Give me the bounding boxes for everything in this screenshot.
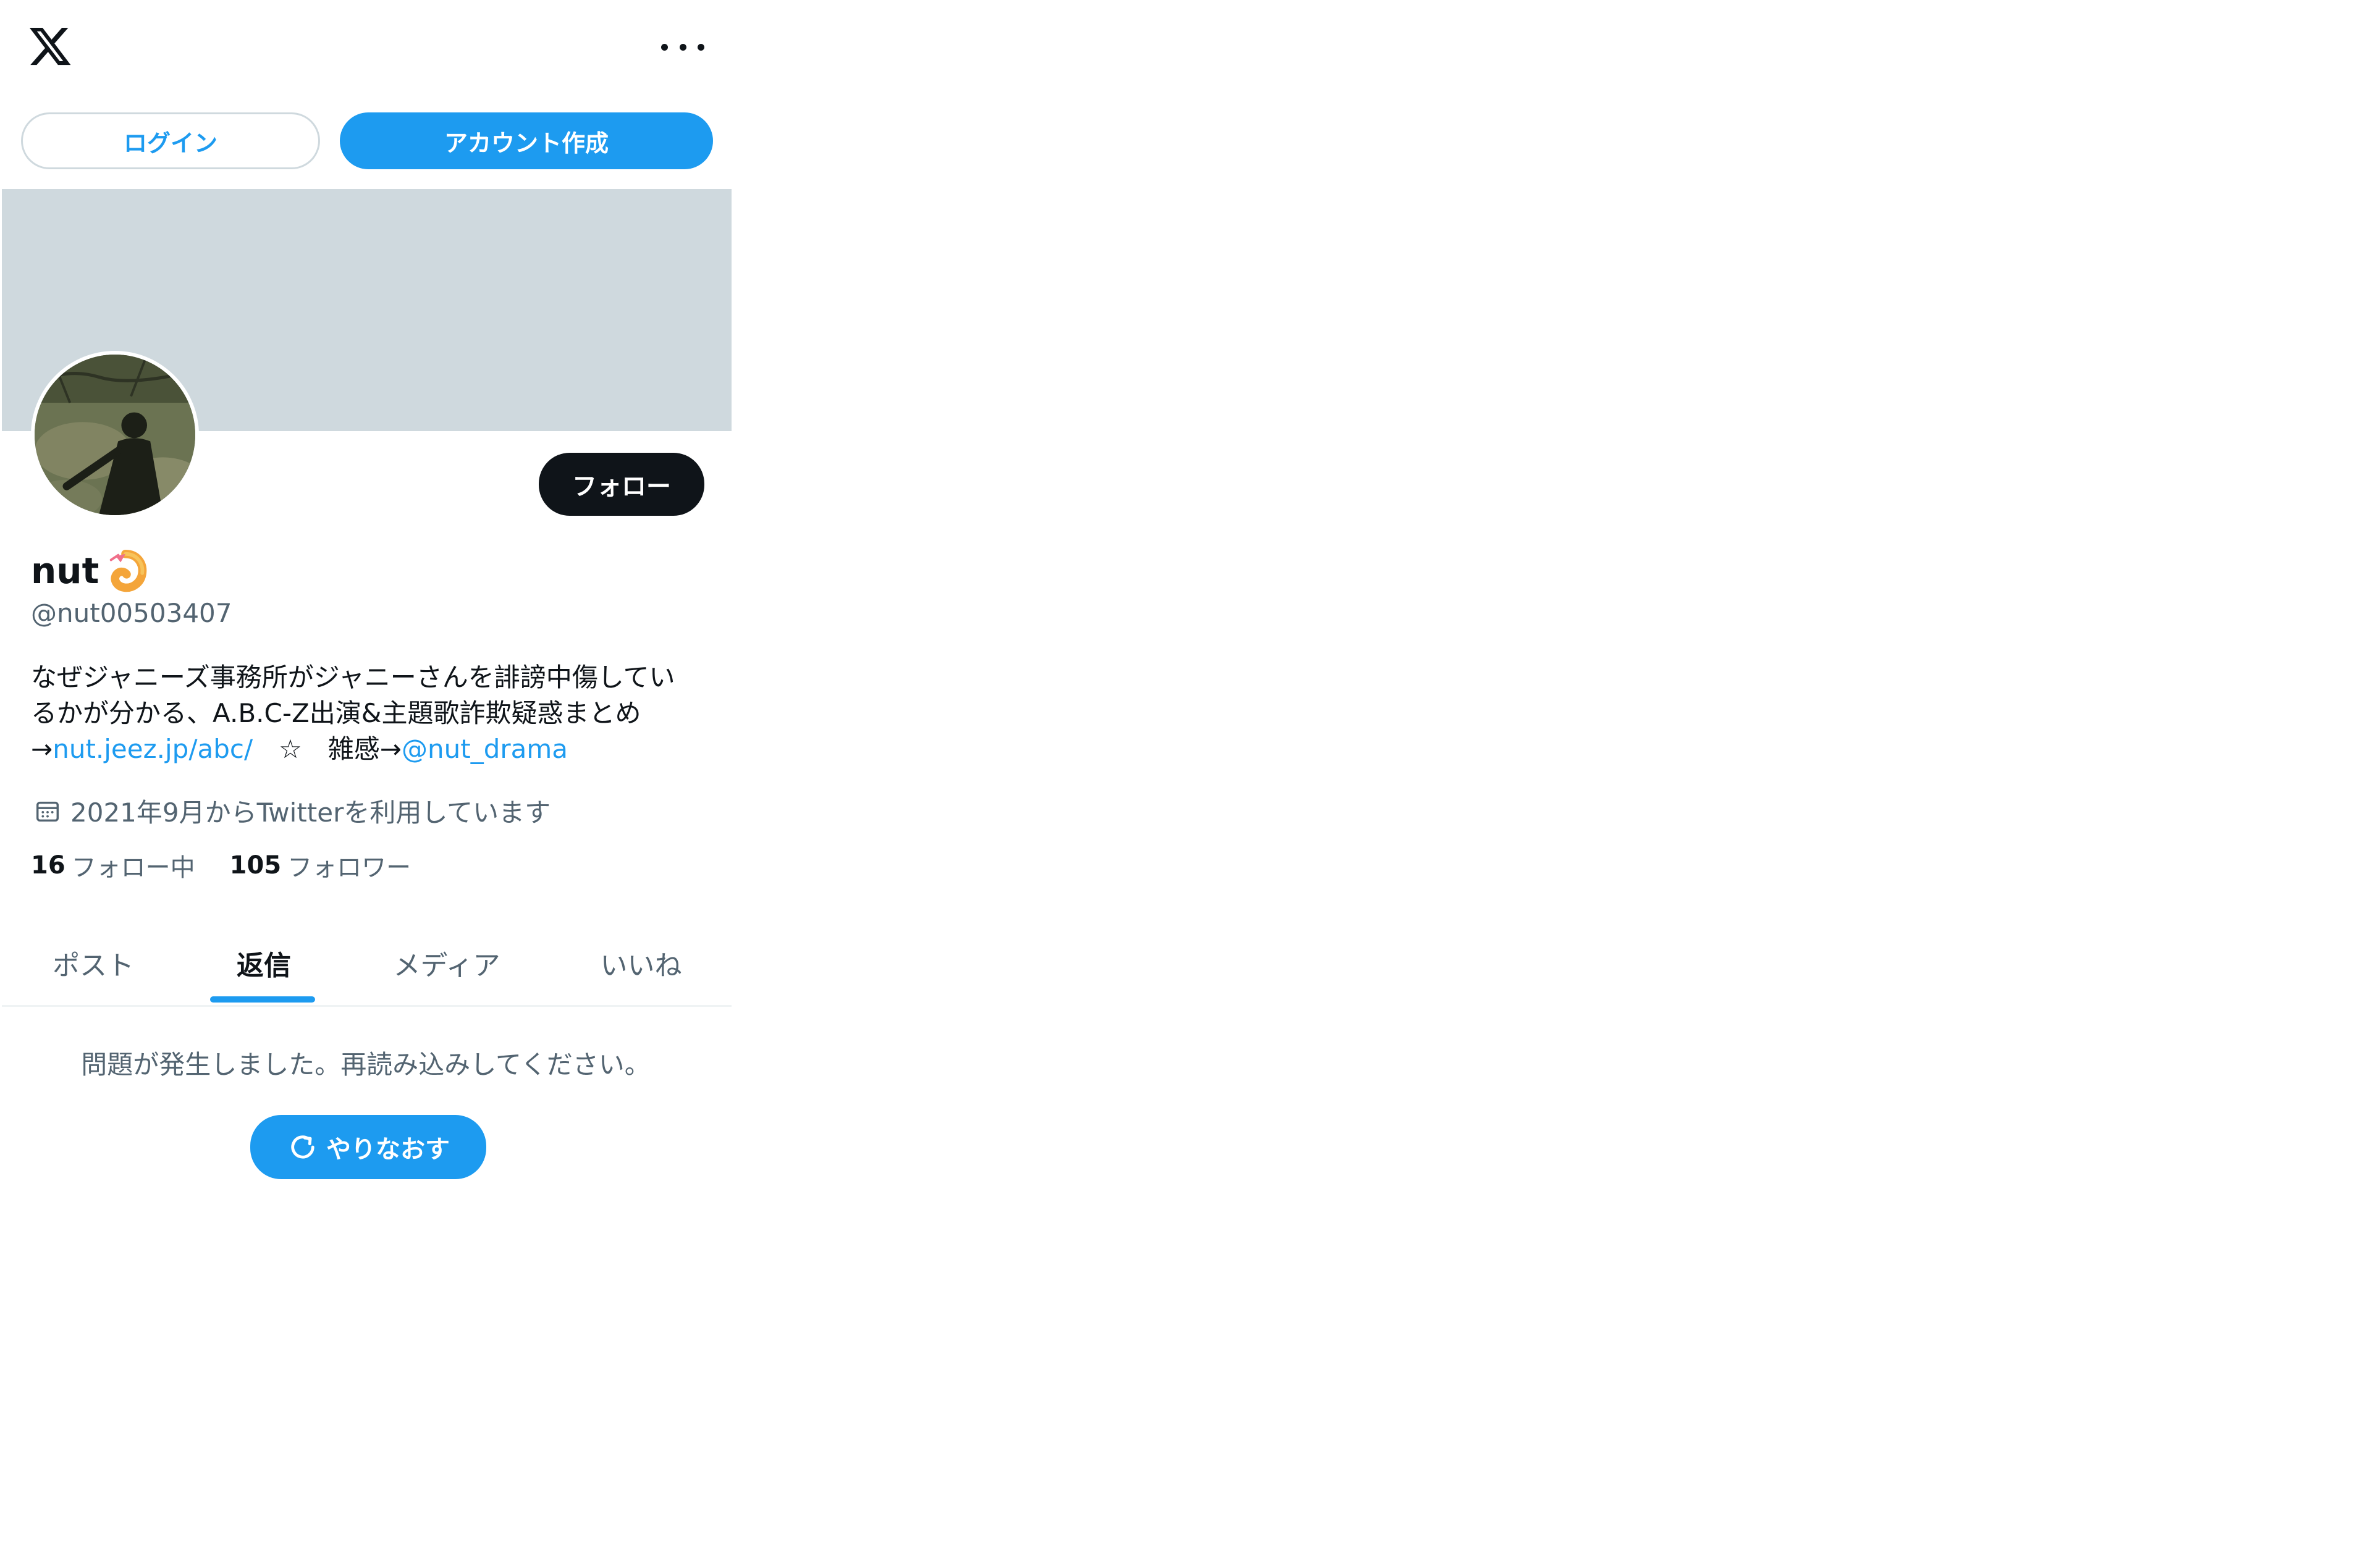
followers-link[interactable]: 105 フォロワー <box>230 847 411 883</box>
more-options-icon[interactable] <box>661 35 704 59</box>
retry-button[interactable]: やりなおす <box>250 1115 486 1179</box>
profile-column: ログイン アカウント作成 フォロー nut @nut00503407 なぜジャニ… <box>0 0 732 1564</box>
tab-replies[interactable]: 返信 <box>185 920 343 1005</box>
bio-website-link[interactable]: nut.jeez.jp/abc/ <box>53 734 253 764</box>
create-account-button[interactable]: アカウント作成 <box>340 112 713 169</box>
joined-date: 2021年9月からTwitterを利用しています <box>33 792 551 830</box>
following-link[interactable]: 16 フォロー中 <box>31 847 195 883</box>
tab-media[interactable]: メディア <box>343 920 551 1005</box>
profile-tabs: ポスト 返信 メディア いいね <box>2 920 732 1007</box>
page-root: ログイン アカウント作成 フォロー nut @nut00503407 なぜジャニ… <box>0 0 2380 1564</box>
display-name: nut <box>31 550 99 592</box>
follow-button[interactable]: フォロー <box>539 453 704 516</box>
x-logo-icon[interactable] <box>27 23 73 69</box>
bio-mention-link[interactable]: @nut_drama <box>402 734 568 764</box>
bio-line: →nut.jeez.jp/abc/ ☆ 雑感→@nut_drama <box>31 731 711 767</box>
bio-text: ☆ 雑感→ <box>253 734 402 764</box>
user-handle: @nut00503407 <box>31 598 232 628</box>
login-button[interactable]: ログイン <box>21 112 320 169</box>
followers-label: フォロワー <box>287 854 411 882</box>
follow-stats: 16 フォロー中 105 フォロワー <box>31 847 411 883</box>
tab-posts[interactable]: ポスト <box>2 920 185 1005</box>
avatar[interactable] <box>31 351 199 519</box>
dot <box>679 43 686 51</box>
error-message: 問題が発生しました。再読み込みしてください。 <box>81 1049 651 1080</box>
tab-likes[interactable]: いいね <box>551 920 732 1005</box>
shrimp-icon <box>110 549 147 592</box>
dot <box>698 43 704 51</box>
dot <box>661 43 668 51</box>
calendar-icon <box>36 801 59 822</box>
refresh-icon <box>291 1135 314 1159</box>
retry-label: やりなおす <box>326 1135 450 1164</box>
bio-line: るかが分かる、A.B.C-Z出演&主題歌詐欺疑惑まとめ <box>31 698 641 728</box>
followers-count: 105 <box>229 851 282 880</box>
profile-bio: なぜジャニーズ事務所がジャニーさんを誹謗中傷してい るかが分かる、A.B.C-Z… <box>31 660 711 767</box>
active-tab-indicator <box>210 996 315 1003</box>
following-count: 16 <box>31 851 65 880</box>
avatar-photo <box>35 355 195 515</box>
display-name-row: nut <box>31 546 147 595</box>
bio-arrow: → <box>31 734 53 764</box>
following-label: フォロー中 <box>71 854 195 882</box>
joined-text: 2021年9月からTwitterを利用しています <box>70 797 551 828</box>
bio-line: なぜジャニーズ事務所がジャニーさんを誹謗中傷してい <box>31 662 675 692</box>
